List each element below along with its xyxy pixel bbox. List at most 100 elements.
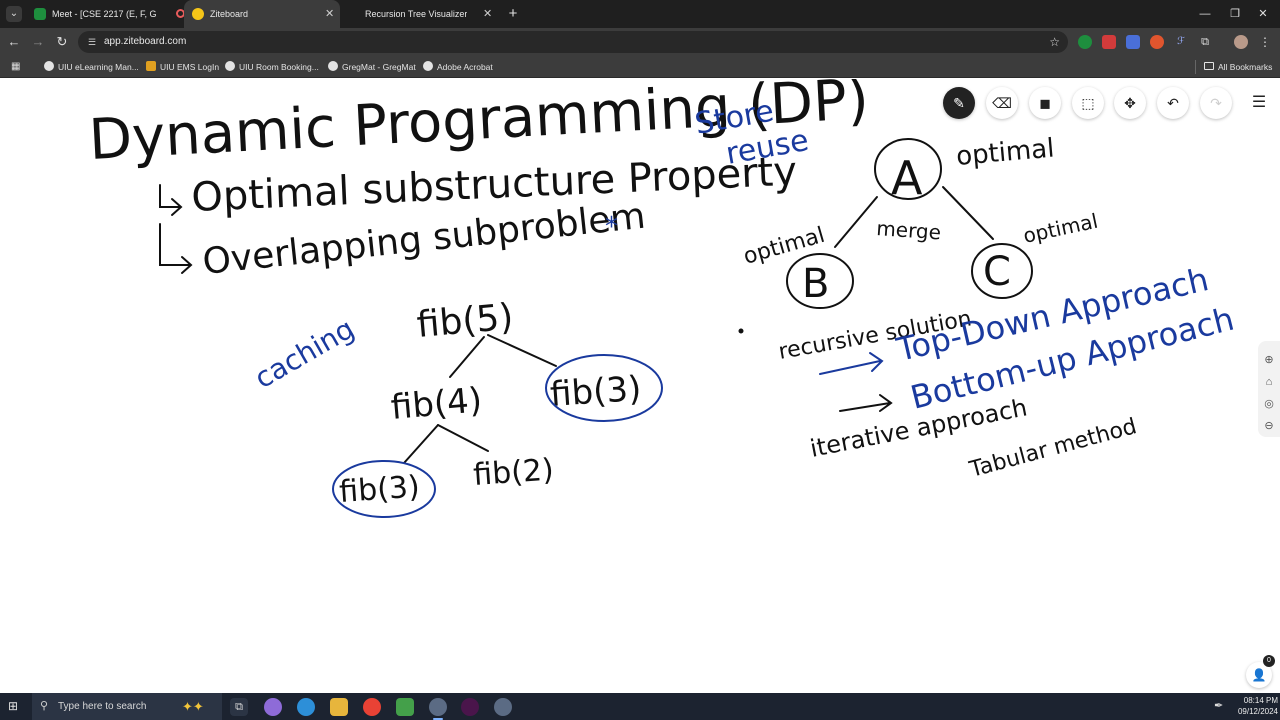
tab-meet[interactable]: Meet - [CSE 2217 (E, F, G)] : ✕ bbox=[26, 0, 202, 28]
camera-extension-icon[interactable] bbox=[1126, 35, 1140, 49]
caching-text: caching bbox=[249, 312, 360, 395]
edge-a-b bbox=[834, 196, 878, 248]
profile-avatar-icon[interactable] bbox=[1234, 35, 1248, 49]
browser-toolbar: ← → ↻ ☰ app.ziteboard.com ☆ ℱ ⧉ ⋮ bbox=[0, 28, 1280, 56]
pen-icon[interactable]: ✎ bbox=[943, 87, 975, 119]
tab-search-icon[interactable]: ⌄ bbox=[6, 6, 22, 22]
fib-right-node: fib(3) bbox=[549, 369, 643, 415]
search-highlight-icon: ✦✦ bbox=[182, 699, 204, 714]
folder-icon bbox=[1204, 62, 1214, 70]
minimize-icon[interactable]: — bbox=[1188, 0, 1222, 28]
undo-icon[interactable]: ↶ bbox=[1157, 87, 1189, 119]
globe-icon bbox=[423, 61, 433, 71]
search-icon: ⚲ bbox=[40, 700, 49, 712]
arrow-bullet-2 bbox=[159, 223, 193, 274]
bookmark-uiu-room-booking[interactable]: UIU Room Booking... bbox=[225, 56, 319, 78]
bookmark-uiu-ems[interactable]: UIU EMS LogIn bbox=[146, 56, 219, 78]
close-window-icon[interactable]: ✕ bbox=[1246, 0, 1280, 28]
fib-left-node: fib(4) bbox=[389, 380, 483, 428]
fib-left-left-node: fib(3) bbox=[338, 469, 421, 510]
reload-icon[interactable]: ↻ bbox=[52, 32, 72, 52]
task-view-icon[interactable]: ⧉ bbox=[230, 698, 248, 716]
chrome-icon[interactable] bbox=[363, 698, 381, 716]
home-icon[interactable]: ⌂ bbox=[1262, 375, 1276, 389]
chrome-app-icon[interactable] bbox=[494, 698, 512, 716]
search-placeholder: Type here to search bbox=[58, 701, 147, 712]
globe-icon bbox=[44, 61, 54, 71]
edge-icon[interactable] bbox=[297, 698, 315, 716]
iterative-arrow bbox=[839, 394, 893, 412]
hamburger-menu-icon[interactable]: ☰ bbox=[1248, 93, 1270, 113]
arrow-bullet-1 bbox=[159, 184, 183, 216]
plus-icon[interactable]: + bbox=[506, 5, 520, 23]
bookmark-gregmat[interactable]: GregMat - GregMat bbox=[328, 56, 416, 78]
brave-extension-icon[interactable] bbox=[1150, 35, 1164, 49]
globe-icon bbox=[328, 61, 338, 71]
tab-title: Meet - [CSE 2217 (E, F, G)] : bbox=[52, 9, 156, 19]
zoom-out-icon[interactable]: ⊖ bbox=[1262, 419, 1276, 433]
bookmarks-divider bbox=[1195, 60, 1196, 74]
browser-tab-strip: ⌄ Meet - [CSE 2217 (E, F, G)] : ✕ Zitebo… bbox=[0, 0, 1280, 28]
drawing-layer: Dynamic Programming (DP) Optimal substru… bbox=[87, 79, 1238, 518]
close-icon[interactable]: ✕ bbox=[483, 0, 492, 28]
meet-favicon-icon bbox=[34, 8, 46, 20]
sticky-note-icon[interactable]: ◼ bbox=[1029, 87, 1061, 119]
microsoft-store-icon[interactable] bbox=[396, 698, 414, 716]
redo-icon[interactable]: ↷ bbox=[1200, 87, 1232, 119]
whiteboard-canvas[interactable]: Dynamic Programming (DP) Optimal substru… bbox=[0, 79, 1280, 693]
grammarly-extension-icon[interactable] bbox=[1078, 35, 1092, 49]
apps-grid-icon[interactable]: ▦ bbox=[11, 61, 23, 73]
close-icon[interactable]: ✕ bbox=[325, 0, 334, 28]
ziteboard-favicon-icon bbox=[192, 8, 204, 20]
extensions-puzzle-icon[interactable]: ⧉ bbox=[1198, 35, 1212, 49]
zoom-controls: ⊕ ⌂ ◎ ⊖ bbox=[1258, 341, 1280, 437]
chrome-profile-icon[interactable] bbox=[429, 698, 447, 720]
back-icon[interactable]: ← bbox=[4, 32, 24, 52]
site-info-icon[interactable]: ☰ bbox=[86, 36, 98, 48]
taskbar-clock[interactable]: 08:14 PM 09/12/2024 bbox=[1232, 695, 1278, 717]
tab-title: Ziteboard bbox=[210, 9, 249, 19]
eraser-icon[interactable]: ⌫ bbox=[986, 87, 1018, 119]
move-icon[interactable]: ✥ bbox=[1114, 87, 1146, 119]
forward-icon[interactable]: → bbox=[28, 32, 48, 52]
optimal-a-text: optimal bbox=[955, 134, 1056, 172]
asterisk-mark: * bbox=[605, 212, 618, 242]
tree-edge-root-right bbox=[487, 334, 557, 367]
browser-menu-icon[interactable]: ⋮ bbox=[1258, 35, 1272, 49]
windows-taskbar: ⊞ ⚲ Type here to search ✦✦ ⧉ ✒ 08:14 PM … bbox=[0, 693, 1280, 720]
tree-edge-left-lr bbox=[437, 424, 489, 452]
bookmark-uiu-elearning[interactable]: UIU eLearning Man... bbox=[44, 56, 139, 78]
tab-recursion-tree[interactable]: Recursion Tree Visualizer ✕ bbox=[342, 0, 498, 28]
copilot-icon[interactable] bbox=[264, 698, 282, 716]
users-count-badge: 0 bbox=[1263, 655, 1275, 667]
fib-root-node: fib(5) bbox=[415, 297, 515, 346]
node-b-label: B bbox=[802, 261, 829, 307]
script-extension-icon[interactable]: ℱ bbox=[1174, 35, 1188, 49]
bookmarks-bar: ▦ UIU eLearning Man... UIU EMS LogIn UIU… bbox=[0, 56, 1280, 78]
clock-date: 09/12/2024 bbox=[1237, 707, 1278, 716]
optimal-c-text: optimal bbox=[1021, 209, 1100, 248]
slack-icon[interactable] bbox=[461, 698, 479, 716]
node-c-label: C bbox=[983, 249, 1011, 295]
tab-ziteboard[interactable]: Ziteboard ✕ bbox=[184, 0, 340, 28]
url-text: app.ziteboard.com bbox=[104, 36, 187, 47]
zoom-in-icon[interactable]: ⊕ bbox=[1262, 353, 1276, 367]
tree-edge-left-ll bbox=[403, 424, 439, 464]
pen-tray-icon[interactable]: ✒ bbox=[1214, 693, 1223, 720]
merge-text: merge bbox=[876, 216, 942, 244]
windows-start-icon[interactable]: ⊞ bbox=[8, 699, 22, 713]
tab-title: Recursion Tree Visualizer bbox=[365, 9, 468, 19]
bookmark-star-icon[interactable]: ☆ bbox=[1049, 31, 1060, 53]
taskbar-search[interactable]: ⚲ Type here to search ✦✦ bbox=[32, 693, 222, 720]
all-bookmarks-button[interactable]: All Bookmarks bbox=[1204, 56, 1272, 78]
address-bar[interactable]: ☰ app.ziteboard.com ☆ bbox=[78, 31, 1068, 53]
fib-left-right-node: fib(2) bbox=[472, 452, 555, 493]
video-extension-icon[interactable] bbox=[1102, 35, 1116, 49]
clock-time: 08:14 PM bbox=[1243, 696, 1278, 705]
globe-icon bbox=[225, 61, 235, 71]
file-explorer-icon[interactable] bbox=[330, 698, 348, 716]
bookmark-adobe-acrobat[interactable]: Adobe Acrobat bbox=[423, 56, 493, 78]
select-icon[interactable]: ⬚ bbox=[1072, 87, 1104, 119]
uiu-logo-icon bbox=[146, 61, 156, 71]
target-icon[interactable]: ◎ bbox=[1262, 397, 1276, 411]
